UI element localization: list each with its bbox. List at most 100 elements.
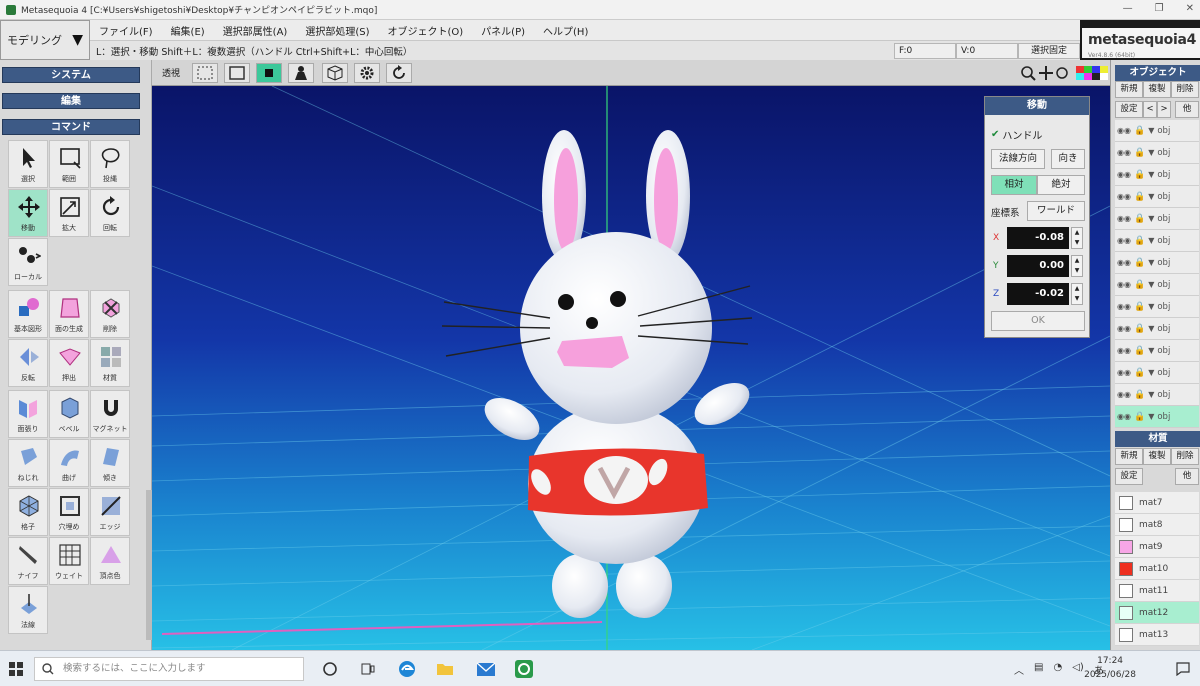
visibility-eye-icon[interactable]: ◉◉	[1117, 368, 1131, 377]
material-list-item[interactable]: mat10	[1115, 558, 1199, 580]
section-command[interactable]: コマンド	[2, 119, 140, 135]
menu-help[interactable]: ヘルプ(H)	[534, 23, 597, 38]
ok-button[interactable]: OK	[991, 311, 1085, 331]
material-list-item[interactable]: mat13	[1115, 624, 1199, 646]
material-list-item[interactable]: mat7	[1115, 492, 1199, 514]
expand-triangle-icon[interactable]: ▼	[1148, 214, 1154, 223]
lock-selection-button[interactable]: 選択固定	[1018, 43, 1080, 59]
expand-triangle-icon[interactable]: ▼	[1148, 126, 1154, 135]
lock-icon[interactable]: 🔒	[1134, 368, 1145, 378]
view-refresh-button[interactable]	[386, 63, 412, 83]
view-settings-button[interactable]	[354, 63, 380, 83]
chevron-up-icon[interactable]: ︿	[1014, 662, 1024, 677]
visibility-eye-icon[interactable]: ◉◉	[1117, 126, 1131, 135]
lock-icon[interactable]: 🔒	[1134, 280, 1145, 290]
handle-checkbox[interactable]: ✔ ハンドル	[991, 127, 1042, 142]
object-list-item[interactable]: ◉◉ 🔒 ▼ obj	[1115, 230, 1199, 252]
cortana-icon[interactable]	[322, 661, 338, 677]
object-prev-button[interactable]: <	[1143, 101, 1157, 118]
y-spinner[interactable]: ▲ ▼	[1071, 255, 1083, 277]
object-next-button[interactable]: >	[1157, 101, 1171, 118]
menu-edit[interactable]: 編集(E)	[162, 23, 214, 38]
expand-triangle-icon[interactable]: ▼	[1148, 236, 1154, 245]
x-spinner[interactable]: ▲ ▼	[1071, 227, 1083, 249]
windows-start-icon[interactable]	[9, 662, 23, 676]
tool-range[interactable]: 範囲	[49, 140, 89, 188]
lock-icon[interactable]: 🔒	[1134, 412, 1145, 422]
lock-icon[interactable]: 🔒	[1134, 390, 1145, 400]
view-silhouette-button[interactable]	[288, 63, 314, 83]
visibility-eye-icon[interactable]: ◉◉	[1117, 302, 1131, 311]
view-wire-button[interactable]	[192, 63, 218, 83]
tool-flip[interactable]: 反転	[8, 339, 48, 387]
tool-bend[interactable]: 曲げ	[49, 439, 89, 487]
taskbar-clock[interactable]: 17:24 2025/06/28	[1084, 654, 1136, 682]
visibility-eye-icon[interactable]: ◉◉	[1117, 148, 1131, 157]
object-list-item[interactable]: ◉◉ 🔒 ▼ obj	[1115, 208, 1199, 230]
tool-edge[interactable]: エッジ	[90, 488, 130, 536]
section-system[interactable]: システム	[2, 67, 140, 83]
y-value-field[interactable]: 0.00	[1007, 255, 1069, 277]
object-list-item[interactable]: ◉◉ 🔒 ▼ obj	[1115, 296, 1199, 318]
material-delete-button[interactable]: 削除	[1171, 448, 1199, 465]
x-value-field[interactable]: -0.08	[1007, 227, 1069, 249]
lock-icon[interactable]: 🔒	[1134, 170, 1145, 180]
tool-move[interactable]: 移動	[8, 189, 48, 237]
3d-viewport[interactable]	[152, 86, 1110, 650]
object-settings-button[interactable]: 設定	[1115, 101, 1143, 118]
view-frame-button[interactable]	[224, 63, 250, 83]
visibility-eye-icon[interactable]: ◉◉	[1117, 192, 1131, 201]
object-list-item[interactable]: ◉◉ 🔒 ▼ obj	[1115, 340, 1199, 362]
normal-direction-button[interactable]: 法線方向	[991, 149, 1045, 169]
view-cube-button[interactable]	[322, 63, 348, 83]
tool-rotate[interactable]: 回転	[90, 189, 130, 237]
close-icon[interactable]: ✕	[1186, 3, 1194, 14]
lock-icon[interactable]: 🔒	[1134, 192, 1145, 202]
lock-icon[interactable]: 🔒	[1134, 324, 1145, 334]
menu-panel[interactable]: パネル(P)	[472, 23, 534, 38]
tool-face-fill[interactable]: 面張り	[8, 390, 48, 438]
material-new-button[interactable]: 新規	[1115, 448, 1143, 465]
visibility-eye-icon[interactable]: ◉◉	[1117, 412, 1131, 421]
visibility-eye-icon[interactable]: ◉◉	[1117, 236, 1131, 245]
expand-triangle-icon[interactable]: ▼	[1148, 324, 1154, 333]
lock-icon[interactable]: 🔒	[1134, 126, 1145, 136]
coord-system-world-button[interactable]: ワールド	[1027, 201, 1085, 221]
file-explorer-icon[interactable]	[436, 660, 454, 678]
taskbar-search-input[interactable]: 検索するには、ここに入力します	[34, 657, 304, 681]
tool-twist[interactable]: ねじれ	[8, 439, 48, 487]
wifi-icon[interactable]: ◔	[1053, 662, 1062, 677]
visibility-eye-icon[interactable]: ◉◉	[1117, 346, 1131, 355]
visibility-eye-icon[interactable]: ◉◉	[1117, 170, 1131, 179]
orientation-button[interactable]: 向き	[1051, 149, 1085, 169]
expand-triangle-icon[interactable]: ▼	[1148, 192, 1154, 201]
tool-material[interactable]: 材質	[90, 339, 130, 387]
menu-selection-process[interactable]: 選択部処理(S)	[296, 23, 378, 38]
absolute-button[interactable]: 絶対	[1037, 175, 1085, 195]
expand-triangle-icon[interactable]: ▼	[1148, 148, 1154, 157]
expand-triangle-icon[interactable]: ▼	[1148, 302, 1154, 311]
visibility-eye-icon[interactable]: ◉◉	[1117, 324, 1131, 333]
object-list-item[interactable]: ◉◉ 🔒 ▼ obj	[1115, 252, 1199, 274]
expand-triangle-icon[interactable]: ▼	[1148, 258, 1154, 267]
tool-create-face[interactable]: 面の生成	[49, 290, 89, 338]
tool-lasso[interactable]: 投縄	[90, 140, 130, 188]
material-settings-button[interactable]: 設定	[1115, 468, 1143, 485]
visibility-eye-icon[interactable]: ◉◉	[1117, 214, 1131, 223]
expand-triangle-icon[interactable]: ▼	[1148, 170, 1154, 179]
tool-select[interactable]: 選択	[8, 140, 48, 188]
material-list-item[interactable]: mat8	[1115, 514, 1199, 536]
visibility-eye-icon[interactable]: ◉◉	[1117, 280, 1131, 289]
object-delete-button[interactable]: 削除	[1171, 81, 1199, 98]
task-view-icon[interactable]	[360, 661, 376, 677]
tool-slant[interactable]: 傾き	[90, 439, 130, 487]
visibility-eye-icon[interactable]: ◉◉	[1117, 390, 1131, 399]
color-palette-icon[interactable]	[1076, 66, 1108, 80]
expand-triangle-icon[interactable]: ▼	[1148, 390, 1154, 399]
visibility-eye-icon[interactable]: ◉◉	[1117, 258, 1131, 267]
mail-icon[interactable]	[476, 660, 496, 678]
tool-lattice[interactable]: 格子	[8, 488, 48, 536]
object-list-item[interactable]: ◉◉ 🔒 ▼ obj	[1115, 164, 1199, 186]
network-icon[interactable]: ▤	[1034, 662, 1043, 677]
material-list-item[interactable]: mat12	[1115, 602, 1199, 624]
